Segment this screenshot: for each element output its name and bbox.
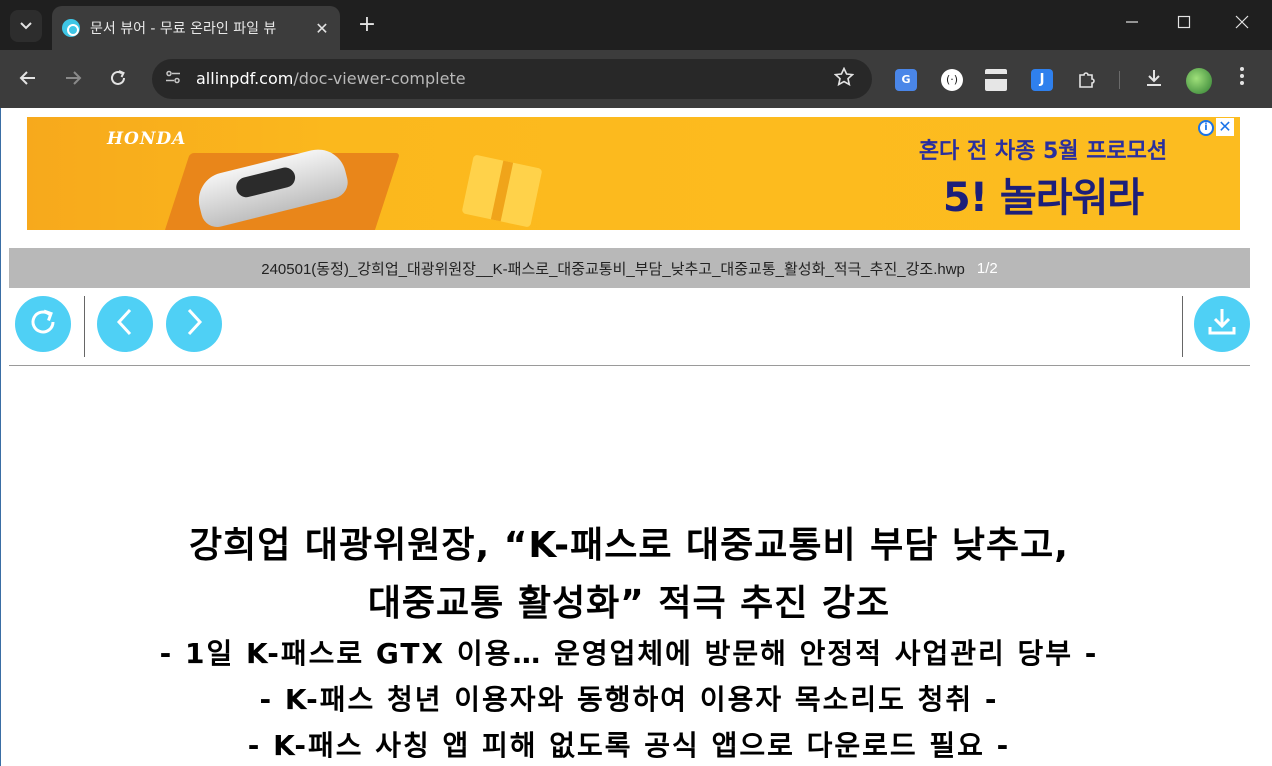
tab-search-button[interactable] <box>10 10 42 42</box>
kebab-menu-icon[interactable] <box>1232 66 1252 90</box>
ad-banner[interactable]: HONDA 혼다 전 차종 5월 프로모션 5! 놀라워라 i ✕ <box>27 117 1240 230</box>
toolbar-separator <box>1119 71 1120 89</box>
url-host: allinpdf.com <box>196 69 294 88</box>
forward-arrow-icon <box>64 68 82 92</box>
next-page-button[interactable] <box>166 296 222 352</box>
site-info-icon[interactable] <box>164 70 182 88</box>
tab-title: 문서 뷰어 - 무료 온라인 파일 뷰 <box>90 21 277 37</box>
ad-headline: 혼다 전 차종 5월 프로모션 <box>918 139 1168 164</box>
reload-icon <box>26 305 60 343</box>
window-left-edge <box>0 108 1 766</box>
extension-card-icon[interactable] <box>985 69 1007 91</box>
page-indicator: 1/2 <box>976 259 998 277</box>
document-title-line2: 대중교통 활성화” 적극 추진 강조 <box>367 583 891 624</box>
window-minimize-button[interactable] <box>1120 14 1144 33</box>
downloads-icon[interactable] <box>1142 68 1166 93</box>
document-page: 강희업 대광위원장, “K-패스로 대중교통비 부담 낮추고, 대중교통 활성화… <box>0 366 1272 766</box>
back-arrow-icon <box>19 68 37 92</box>
forward-button[interactable] <box>61 68 85 92</box>
new-tab-button[interactable]: + <box>354 12 380 38</box>
extension-round-icon[interactable]: (·) <box>941 69 963 91</box>
file-name-bar: 240501(동정)_강희업_대광위원장__K-패스로_대중교통비_부담_낮추고… <box>9 248 1250 288</box>
document-title-line1: 강희업 대광위원장, “K-패스로 대중교통비 부담 낮추고, <box>189 525 1069 566</box>
window-close-button[interactable] <box>1230 14 1254 33</box>
tab-close-button[interactable]: ✕ <box>314 19 330 38</box>
download-button[interactable] <box>1194 296 1250 352</box>
ad-present-image <box>461 154 543 228</box>
translate-extension-icon[interactable]: G <box>895 69 917 91</box>
document-subtitle-1: - 1일 K-패스로 GTX 이용… 운영업체에 방문해 안정적 사업관리 당부… <box>159 637 1099 670</box>
previous-page-button[interactable] <box>97 296 153 352</box>
viewer-controls <box>9 288 1250 366</box>
control-separator-right <box>1182 296 1183 357</box>
download-icon <box>1205 305 1239 343</box>
chevron-left-icon <box>113 307 137 341</box>
profile-avatar[interactable] <box>1186 68 1212 94</box>
address-bar[interactable]: allinpdf.com/doc-viewer-complete <box>152 59 872 99</box>
browser-toolbar: allinpdf.com/doc-viewer-complete G (·) J <box>0 50 1272 108</box>
url-path: /doc-viewer-complete <box>293 69 466 88</box>
bookmark-star-icon[interactable] <box>833 66 855 92</box>
ad-slogan: 5! 놀라워라 <box>942 175 1144 221</box>
extension-j-icon[interactable]: J <box>1031 69 1053 91</box>
document-subtitle-2: - K-패스 청년 이용자와 동행하여 이용자 목소리도 청취 - <box>259 683 999 716</box>
ad-brand-logo: HONDA <box>107 129 187 149</box>
reload-icon <box>109 68 127 92</box>
page-content: HONDA 혼다 전 차종 5월 프로모션 5! 놀라워라 i ✕ 240501… <box>0 108 1272 766</box>
document-subtitle-3: - K-패스 사칭 앱 피해 없도록 공식 앱으로 다운로드 필요 - <box>247 729 1011 762</box>
reload-document-button[interactable] <box>15 296 71 352</box>
ad-close-icon[interactable]: ✕ <box>1216 118 1234 136</box>
ad-info-icon[interactable]: i <box>1198 120 1214 136</box>
chevron-down-icon <box>20 19 32 33</box>
site-favicon-icon <box>62 19 80 37</box>
browser-titlebar: 문서 뷰어 - 무료 온라인 파일 뷰 ✕ + <box>0 0 1272 50</box>
chevron-right-icon <box>182 307 206 341</box>
reload-button[interactable] <box>106 68 130 92</box>
extensions-puzzle-icon[interactable] <box>1076 69 1098 91</box>
back-button[interactable] <box>16 68 40 92</box>
active-tab[interactable]: 문서 뷰어 - 무료 온라인 파일 뷰 ✕ <box>52 6 340 50</box>
window-maximize-button[interactable] <box>1172 14 1196 33</box>
url-text: allinpdf.com/doc-viewer-complete <box>196 69 466 88</box>
file-name: 240501(동정)_강희업_대광위원장__K-패스로_대중교통비_부담_낮추고… <box>261 260 965 278</box>
control-separator-left <box>84 296 85 357</box>
